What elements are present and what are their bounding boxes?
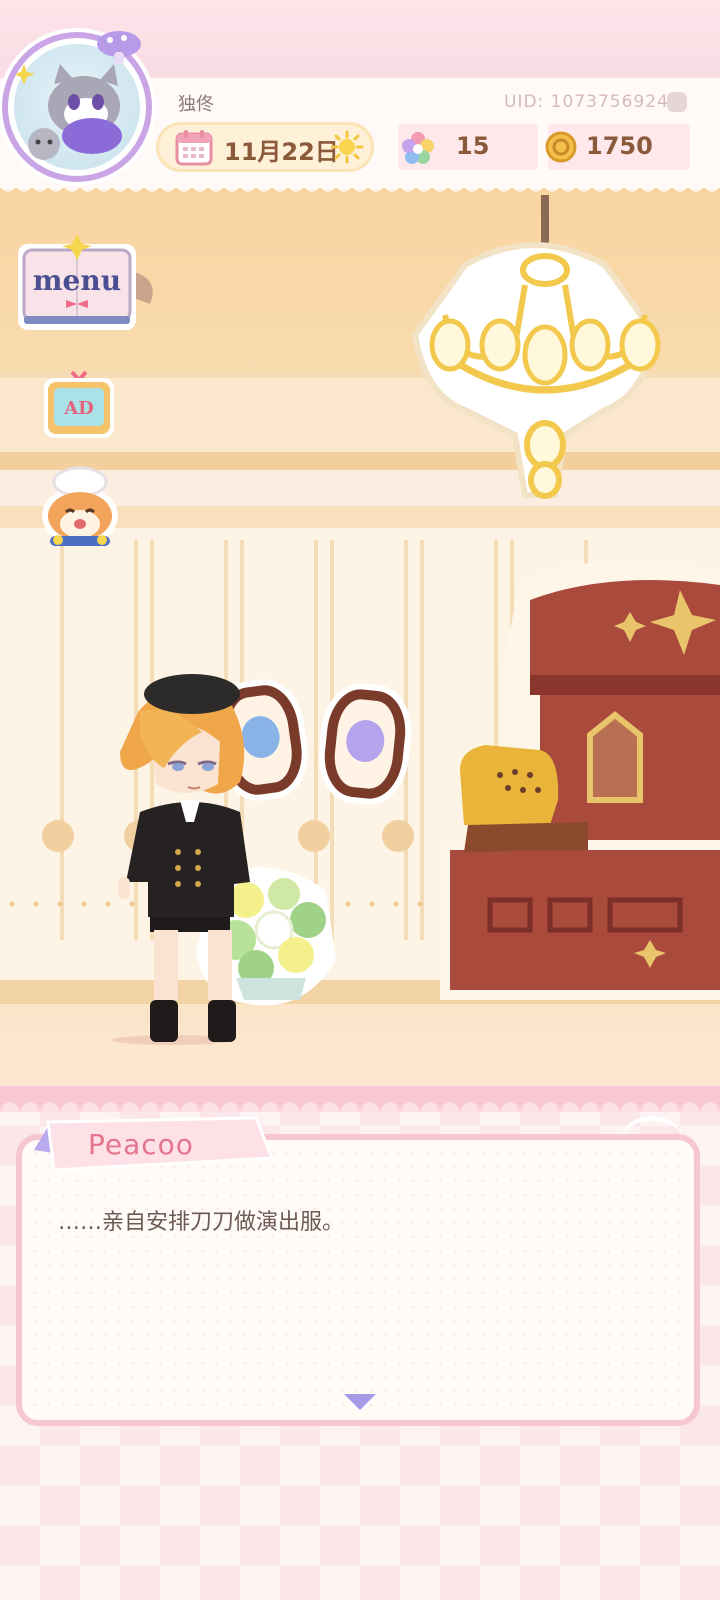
dialog-curl-decor (622, 1116, 682, 1161)
menu-label: menu (33, 264, 121, 297)
copy-icon[interactable] (667, 92, 687, 112)
wooden-cabinet (440, 562, 720, 1000)
mushroom-decor-icon (97, 31, 141, 64)
dialog-text: ……亲自安排刀刀做演出服。 (58, 1210, 345, 1235)
sun-icon (330, 130, 364, 164)
wall-medallion (42, 820, 74, 852)
dialog-box[interactable] (16, 1134, 700, 1426)
triangle-down-icon[interactable] (344, 1394, 376, 1410)
ad-label: AD (63, 398, 94, 419)
wall-medallion (298, 820, 330, 852)
username: 独佟 (178, 94, 214, 115)
speaker-name: Peacoo (88, 1128, 194, 1161)
coin-count: 1750 (586, 132, 653, 160)
dialog-lace-border (0, 1086, 720, 1112)
uid-text: UID: 1073756924 (504, 92, 669, 112)
rainbow-flower-icon (402, 132, 434, 164)
date-text: 11月22日 (224, 138, 339, 166)
wall-medallion (382, 820, 414, 852)
menu-button[interactable]: menu (14, 232, 160, 336)
gem-count: 15 (456, 132, 490, 160)
calendar-icon (175, 130, 213, 166)
ad-button[interactable]: AD (42, 368, 116, 440)
hud-scallop-edge (0, 184, 720, 198)
chandelier (411, 195, 661, 499)
coin-icon (545, 131, 577, 163)
hamster-chef-button[interactable] (40, 466, 120, 548)
player-character (112, 674, 250, 1045)
